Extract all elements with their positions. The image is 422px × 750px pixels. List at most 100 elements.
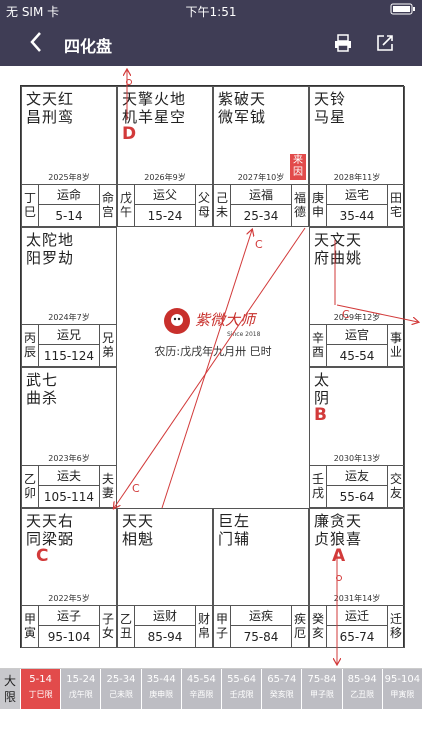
star-row: 天天 xyxy=(122,512,155,530)
age-range: 45-54 xyxy=(339,349,375,363)
palace-name: 田宅 xyxy=(387,185,404,227)
palace-zi[interactable]: 巨左 门辅 甲子 运疾 75-84 疾厄 xyxy=(213,508,309,648)
logo-sub-text: Since 2018 xyxy=(227,331,261,338)
star-row: 微军钺 xyxy=(218,108,267,126)
age-range: 75-84 xyxy=(243,630,279,644)
status-bar: 无 SIM 卡 下午1:51 xyxy=(0,0,422,22)
yun-label: 运福 xyxy=(231,185,291,205)
tab-ganzhi: 辛酉限 xyxy=(189,690,214,699)
star-row: 昌刑鸾 xyxy=(26,108,75,126)
palace-footer: 辛酉 运官 45-54 事业 xyxy=(310,324,404,367)
tab-ganzhi: 庚申限 xyxy=(149,690,174,699)
sihua-mark: A xyxy=(332,546,346,566)
daxian-tab[interactable]: 25-34 己未限 xyxy=(100,669,141,709)
daxian-tab[interactable]: 85-94 乙丑限 xyxy=(341,669,382,709)
star-names: 天铃 马星 xyxy=(314,90,346,126)
star-row: 天天右 xyxy=(26,512,75,530)
palace-shen[interactable]: 天铃 马星 2028年11岁 庚申 运宅 35-44 田宅 xyxy=(309,86,405,227)
age-text: 2022年5岁 xyxy=(48,594,90,603)
daxian-label: 大限 xyxy=(0,669,20,709)
star-names: 紫破天 微军钺 xyxy=(218,90,266,126)
back-button[interactable] xyxy=(28,30,44,58)
star-names: 廉贪天 贞狼喜 xyxy=(314,512,362,548)
yun-label: 运迁 xyxy=(327,606,387,626)
tab-range: 25-34 xyxy=(106,674,136,685)
star-row: 天铃 xyxy=(314,90,347,108)
ganzhi-label: 丙辰 xyxy=(22,325,39,367)
age-text: 2029年12岁 xyxy=(333,313,381,322)
daxian-tab[interactable]: 45-54 辛酉限 xyxy=(180,669,221,709)
age-range: 35-44 xyxy=(339,209,375,223)
tab-range: 75-84 xyxy=(307,674,337,685)
yun-label: 运友 xyxy=(327,466,387,486)
star-row: 曲杀 xyxy=(26,389,59,407)
yun-label: 运兄 xyxy=(39,325,99,345)
share-button[interactable] xyxy=(376,34,394,52)
daxian-tab[interactable]: 55-64 壬戌限 xyxy=(221,669,262,709)
tab-range: 5-14 xyxy=(29,674,52,685)
daxian-tab[interactable]: 5-14 丁巳限 xyxy=(20,669,61,709)
star-names: 太陀地 阳罗劫 xyxy=(26,231,74,267)
tab-range: 45-54 xyxy=(186,674,216,685)
battery-icon xyxy=(390,3,416,18)
palace-footer: 丁巳 运命 5-14 命宫 xyxy=(22,184,116,227)
age-range: 55-64 xyxy=(339,490,375,504)
star-row: 天擎火地 xyxy=(122,90,187,108)
age-range: 105-114 xyxy=(43,490,95,504)
star-row: 武七 xyxy=(26,371,59,389)
ganzhi-label: 癸亥 xyxy=(310,606,327,648)
age-text: 2031年14岁 xyxy=(333,594,381,603)
age-text: 2023年6岁 xyxy=(48,454,90,463)
tab-ganzhi: 戊午限 xyxy=(68,690,93,699)
ganzhi-label: 甲子 xyxy=(214,606,231,648)
daxian-tab[interactable]: 65-74 癸亥限 xyxy=(261,669,302,709)
palace-footer: 丙辰 运兄 115-124 兄弟 xyxy=(22,324,116,367)
age-range: 115-124 xyxy=(43,349,95,363)
palace-you[interactable]: 天文天 府曲姚 2029年12岁辛酉 运官 45-54 事业 xyxy=(309,227,405,367)
age-text: 2024年7岁 xyxy=(48,313,90,322)
ganzhi-label: 甲寅 xyxy=(22,606,39,648)
yun-label: 运夫 xyxy=(39,466,99,486)
star-row: 太陀地 xyxy=(26,231,75,249)
palace-chen[interactable]: 太陀地 阳罗劫 2024年7岁 丙辰 运兄 115-124 兄弟 xyxy=(21,227,117,367)
palace-footer: 乙卯 运夫 105-114 夫妻 xyxy=(22,465,116,508)
daxian-tab[interactable]: 35-44 庚申限 xyxy=(140,669,181,709)
tab-ganzhi: 丁巳限 xyxy=(28,690,53,699)
daxian-tab[interactable]: 75-84 甲子限 xyxy=(301,669,342,709)
daxian-tab[interactable]: 15-24 戊午限 xyxy=(60,669,101,709)
palace-name: 子女 xyxy=(99,606,116,648)
brand-logo: 紫微大师 Since 2018 xyxy=(161,305,271,339)
ganzhi-label: 壬戌 xyxy=(310,466,327,508)
tab-ganzhi: 壬戌限 xyxy=(229,690,254,699)
star-row: 太 xyxy=(314,371,331,389)
palace-chou[interactable]: 天天 相魁 乙丑 运财 85-94 财帛 xyxy=(117,508,213,648)
yun-label: 运财 xyxy=(135,606,195,626)
star-names: 文天红 昌刑鸾 xyxy=(26,90,74,126)
tab-ganzhi: 乙丑限 xyxy=(350,690,375,699)
daxian-tab[interactable]: 95-104 甲寅限 xyxy=(381,669,422,709)
star-row: 天文天 xyxy=(314,231,363,249)
yun-label: 运疾 xyxy=(231,606,291,626)
ganzhi-label: 乙卯 xyxy=(22,466,39,508)
palace-name: 父母 xyxy=(195,185,212,227)
print-button[interactable] xyxy=(334,34,352,52)
palace-wei[interactable]: 紫破天 微军钺 来因 2027年10岁 己未 运福 25-34 福德 xyxy=(213,86,309,227)
star-row: 巨左 xyxy=(218,512,251,530)
star-row: 门辅 xyxy=(218,530,251,548)
age-text: 2027年10岁 xyxy=(237,173,285,182)
ganzhi-label: 庚申 xyxy=(310,185,327,227)
star-names: 天文天 府曲姚 xyxy=(314,231,362,267)
tab-ganzhi: 甲寅限 xyxy=(390,690,415,699)
palace-hai[interactable]: 廉贪天 贞狼喜 A 2031年14岁癸亥 运迁 65-74 迁移 xyxy=(309,508,405,648)
palace-wu[interactable]: 天擎火地 机羊星空 D 2026年9岁 戊午 运父 15-24 父母 xyxy=(117,86,213,227)
sihua-mark: B xyxy=(314,405,327,425)
palace-yin[interactable]: 天天右 同梁弼 C 2022年5岁 甲寅 运子 95-104 子女 xyxy=(21,508,117,648)
age-text: 2025年8岁 xyxy=(48,173,90,182)
yun-label: 运宅 xyxy=(327,185,387,205)
palace-mao[interactable]: 武七 曲杀 2023年6岁 乙卯 运夫 105-114 夫妻 xyxy=(21,367,117,508)
nav-bar: 四化盘 xyxy=(0,22,422,66)
palace-xu[interactable]: 太阴 B 2030年13岁 壬戌 运友 55-64 交友 xyxy=(309,367,405,508)
palace-footer: 己未 运福 25-34 福德 xyxy=(214,184,308,227)
palace-si[interactable]: 文天红 昌刑鸾 2025年8岁丁巳 运命 5-14 命宫 xyxy=(21,86,117,227)
palace-footer: 癸亥 运迁 65-74 迁移 xyxy=(310,605,404,648)
